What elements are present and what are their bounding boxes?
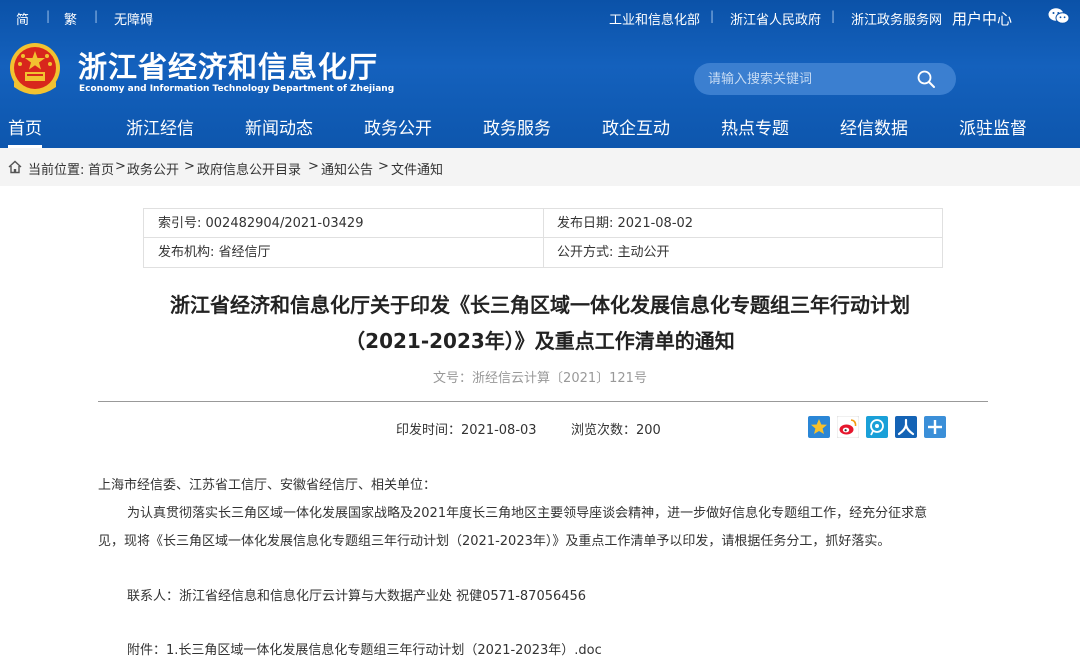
search-input[interactable] [708,69,908,89]
body-paragraph-line-1: 为认真贯彻落实长三角区域一体化发展国家战略及2021年度长三角地区主要领导座谈会… [127,506,928,521]
main-nav: 首页 浙江经信 新闻动态 政务公开 政务服务 政企互动 热点专题 经信数据 派驻… [0,112,1080,148]
breadcrumb-notices[interactable]: 通知公告 [321,159,373,178]
divider: | [710,9,715,23]
index-number: 索引号: 002482904/2021-03429 [158,216,364,231]
more-share-icon[interactable] [924,416,946,438]
nav-item-home[interactable]: 首页 [8,112,42,148]
wechat-icon[interactable] [1048,7,1070,25]
article-title-line-2: （2021-2023年）》及重点工作清单的通知 [345,329,735,353]
nav-item-government-affairs[interactable]: 政务公开 [364,112,432,148]
publish-date: 发布日期: 2021-08-02 [557,216,694,231]
view-count: 浏览次数：200 [571,423,661,438]
article-title-line-1: 浙江省经济和信息化厅关于印发《长三角区域一体化发展信息化专题组三年行动计划 [170,293,910,317]
breadcrumb-separator: > [308,159,319,174]
breadcrumb-label: 当前位置: [28,163,85,178]
issuer: 发布机构: 省经信厅 [158,245,271,260]
renren-share-icon[interactable] [895,416,917,438]
nav-item-data[interactable]: 经信数据 [840,112,908,148]
miit-link[interactable]: 工业和信息化部 [609,9,700,28]
user-center-link[interactable]: 用户中心 [952,8,1012,29]
attachment-link[interactable]: 附件：1.长三角区域一体化发展信息化专题组三年行动计划（2021-2023年）.… [127,639,602,658]
document-number: 文号：浙经信云计算〔2021〕121号 [433,371,647,386]
divider [543,209,544,267]
tencent-weibo-share-icon[interactable] [866,416,888,438]
top-bar: 简 | 繁 | 无障碍 工业和信息化部 | 浙江省人民政府 | 浙江政务服务网 … [0,0,1080,34]
breadcrumb-separator: > [184,159,195,174]
breadcrumb-government-affairs[interactable]: 政务公开 [127,159,179,178]
zhejiang-government-link[interactable]: 浙江省人民政府 [730,9,821,28]
recipients: 上海市经信委、江苏省工信厅、安徽省经信厅、相关单位： [98,478,437,493]
breadcrumb-separator: > [115,159,126,174]
traditional-chinese-link[interactable]: 繁 [64,9,77,28]
weibo-share-icon[interactable] [837,416,859,438]
nav-item-supervision[interactable]: 派驻监督 [959,112,1027,148]
search-box [694,63,956,95]
accessibility-link[interactable]: 无障碍 [114,9,153,28]
divider: | [94,9,99,23]
zhejiang-service-link[interactable]: 浙江政务服务网 [851,9,942,28]
contact-info: 联系人：浙江省经信息和信息化厅云计算与大数据产业处 祝健0571-8705645… [127,589,587,604]
breadcrumb-separator: > [378,159,389,174]
divider [98,401,988,402]
breadcrumb-catalog[interactable]: 政府信息公开目录 [197,159,301,178]
divider: | [46,9,51,23]
nav-item-government-services[interactable]: 政务服务 [483,112,551,148]
body-paragraph-line-2: 见，现将《长三角区域一体化发展信息化专题组三年行动计划（2021-2023年）》… [98,534,891,549]
national-emblem-icon [10,43,60,95]
breadcrumb: 当前位置: 首页 > 政务公开 > 政府信息公开目录 > 通知公告 > 文件通知 [0,148,1080,186]
search-icon[interactable] [916,69,936,89]
nav-item-news[interactable]: 新闻动态 [245,112,313,148]
site-title-english: Economy and Information Technology Depar… [79,84,395,94]
simplified-chinese-link[interactable]: 简 [16,9,29,28]
breadcrumb-file-notices[interactable]: 文件通知 [391,159,443,178]
home-icon [8,160,22,174]
disclosure-method: 公开方式: 主动公开 [557,245,670,260]
site-title: 浙江省经济和信息化厅 [78,50,379,84]
breadcrumb-home[interactable]: 首页 [88,159,114,178]
nav-item-interaction[interactable]: 政企互动 [602,112,670,148]
divider: | [831,9,836,23]
issue-time: 印发时间：2021-08-03 [396,423,537,438]
nav-item-hot-topics[interactable]: 热点专题 [721,112,789,148]
document-meta-table: 索引号: 002482904/2021-03429 发布日期: 2021-08-… [143,208,943,268]
site-header: 简 | 繁 | 无障碍 工业和信息化部 | 浙江省人民政府 | 浙江政务服务网 … [0,0,1080,148]
qzone-share-icon[interactable] [808,416,830,438]
nav-item-zhejiang-jingxin[interactable]: 浙江经信 [126,112,194,148]
